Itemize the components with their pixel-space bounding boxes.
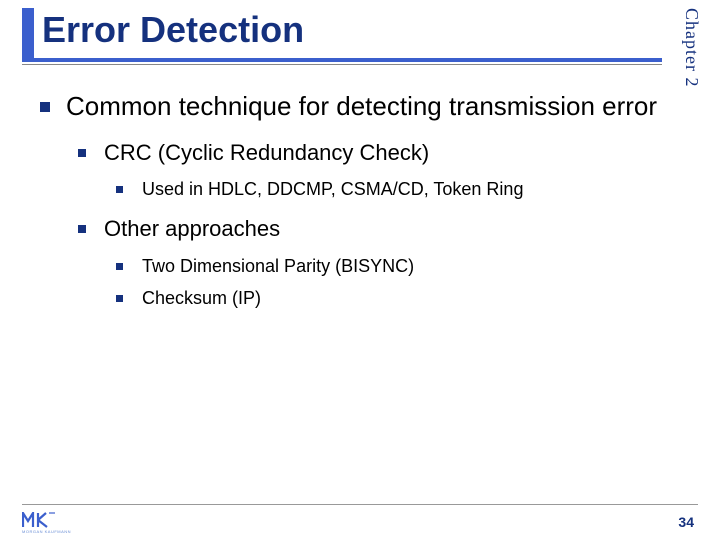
- title-underline-shadow: [22, 64, 662, 65]
- bullet-level3: Checksum (IP): [116, 286, 660, 310]
- bullet-level2: CRC (Cyclic Redundancy Check): [78, 139, 660, 168]
- footer-rule: [22, 504, 698, 505]
- bullet-level3: Used in HDLC, DDCMP, CSMA/CD, Token Ring: [116, 177, 660, 201]
- bullet-level3: Two Dimensional Parity (BISYNC): [116, 254, 660, 278]
- bullet-level1: Common technique for detecting transmiss…: [40, 90, 660, 123]
- publisher-logo: MORGAN KAUFMANN: [22, 510, 62, 534]
- title-underline: [22, 58, 662, 62]
- chapter-label: Chapter 2: [681, 8, 702, 87]
- content-area: Common technique for detecting transmiss…: [40, 90, 660, 319]
- footer: MORGAN KAUFMANN 34: [0, 504, 720, 540]
- slide: Error Detection Chapter 2 Common techniq…: [0, 0, 720, 540]
- title-block: Error Detection: [22, 8, 660, 51]
- publisher-name: MORGAN KAUFMANN: [22, 529, 62, 534]
- bullet-level2: Other approaches: [78, 215, 660, 244]
- page-number: 34: [678, 514, 694, 530]
- mk-logo-icon: [22, 512, 56, 528]
- slide-title: Error Detection: [22, 8, 660, 51]
